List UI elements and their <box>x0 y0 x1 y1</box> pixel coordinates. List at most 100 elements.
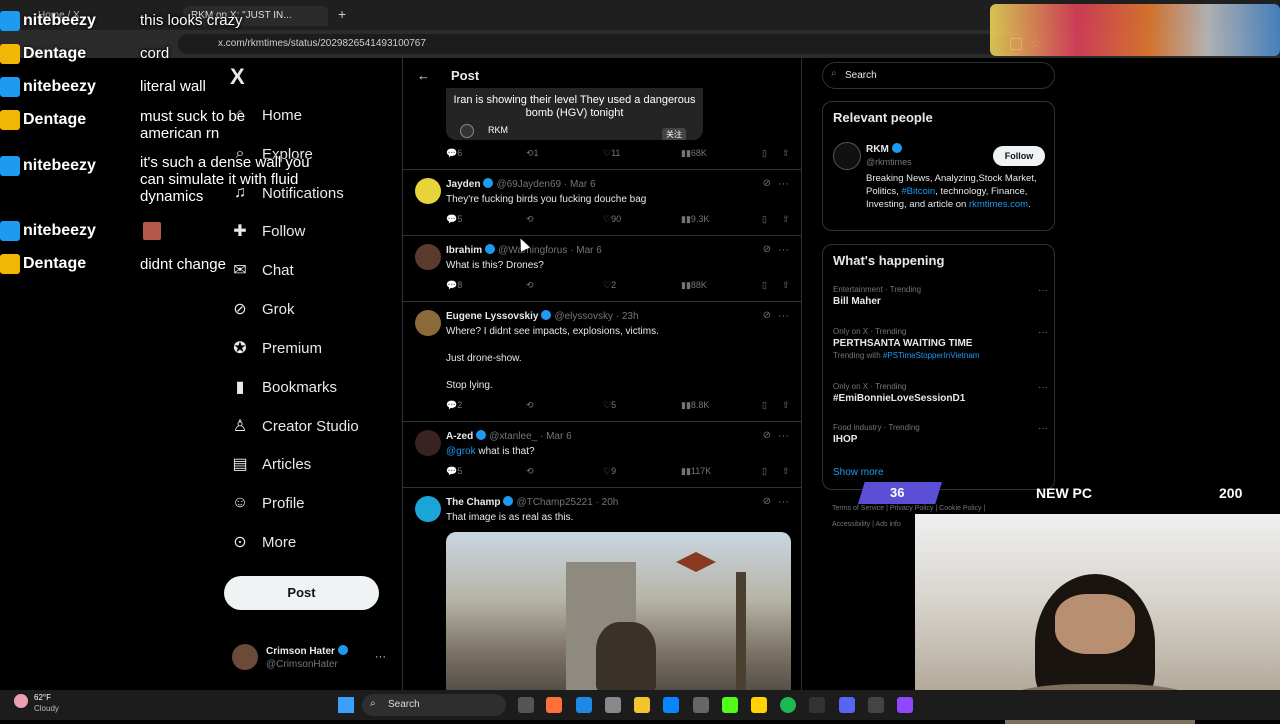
share-icon[interactable]: ⇧ <box>782 214 790 225</box>
reply-item[interactable]: Jayden @69Jayden69 · Mar 6 ⊘ ··· They're … <box>403 170 801 236</box>
reply-button[interactable]: 💬 5 <box>446 214 462 225</box>
grok-icon[interactable]: ⊘ <box>763 430 771 441</box>
more-icon[interactable]: ··· <box>778 244 789 256</box>
task-view-icon[interactable] <box>518 697 534 713</box>
taskbar-search[interactable]: ⌕ Search <box>362 694 506 716</box>
account-more-button[interactable]: ··· <box>375 651 386 663</box>
share-icon[interactable]: ⇧ <box>782 280 790 291</box>
file-explorer-icon[interactable] <box>634 697 650 713</box>
repost-button[interactable]: ⟲ <box>526 400 534 411</box>
bookmark-icon[interactable]: ▯ <box>762 148 767 159</box>
reply-button[interactable]: 💬 8 <box>446 280 462 291</box>
app-icon[interactable] <box>868 697 884 713</box>
nav-more[interactable]: ⊙ More <box>230 527 296 557</box>
avatar[interactable] <box>415 496 441 522</box>
repost-button[interactable]: ⟲ <box>526 466 534 477</box>
account-avatar[interactable] <box>232 644 258 670</box>
reply-author[interactable]: Ibrahim <box>446 245 482 256</box>
windows-start-icon[interactable] <box>338 697 354 713</box>
search-input[interactable]: ⌕ Search <box>822 62 1055 89</box>
show-more-link[interactable]: Show more <box>833 467 884 478</box>
repost-button[interactable]: ⟲ <box>526 280 534 291</box>
hashtag-link[interactable]: #Bitcoin <box>901 186 935 197</box>
x-logo[interactable]: X <box>230 64 245 90</box>
website-link[interactable]: rkmtimes.com <box>969 199 1028 210</box>
repost-button[interactable]: ⟲ <box>526 214 534 225</box>
like-button[interactable]: ♡ 11 <box>603 148 620 159</box>
more-icon[interactable]: ··· <box>1038 327 1048 338</box>
app-icon[interactable] <box>576 697 592 713</box>
avatar[interactable] <box>415 244 441 270</box>
nav-bookmarks[interactable]: ▮ Bookmarks <box>230 372 337 402</box>
views-button[interactable]: ▮▮ 9.3K <box>681 214 709 225</box>
follow-button[interactable]: Follow <box>993 146 1045 166</box>
grok-icon[interactable]: ⊘ <box>763 244 771 255</box>
bookmark-icon[interactable]: ▯ <box>762 214 767 225</box>
more-icon[interactable]: ··· <box>778 496 789 508</box>
more-icon[interactable]: ··· <box>778 310 789 322</box>
like-button[interactable]: ♡ 9 <box>603 466 616 477</box>
nav-creator-studio[interactable]: ♙ Creator Studio <box>230 411 359 441</box>
url-field[interactable]: x.com/rkmtimes/status/202982654149310076… <box>178 34 1018 54</box>
bookmark-icon[interactable]: ▯ <box>762 400 767 411</box>
new-tab-button[interactable]: + <box>338 6 346 22</box>
views-button[interactable]: ▮▮ 68K <box>681 148 707 159</box>
reply-item[interactable]: Eugene Lyssovskiy @elyssovsky · 23h ⊘ ···… <box>403 302 801 422</box>
views-button[interactable]: ▮▮ 8.8K <box>681 400 709 411</box>
grok-icon[interactable]: ⊘ <box>763 178 771 189</box>
post-button[interactable]: Post <box>224 576 379 610</box>
avatar[interactable] <box>833 142 861 170</box>
nav-profile[interactable]: ☺ Profile <box>230 488 305 518</box>
reply-button[interactable]: 💬 6 <box>446 148 462 159</box>
reply-button[interactable]: 💬 5 <box>446 466 462 477</box>
nav-grok[interactable]: ⊘ Grok <box>230 294 294 324</box>
more-icon[interactable]: ··· <box>778 430 789 442</box>
share-icon[interactable]: ⇧ <box>782 466 790 477</box>
quoted-media[interactable]: Iran is showing their level They used a … <box>446 88 703 140</box>
views-button[interactable]: ▮▮ 117K <box>681 466 711 477</box>
more-icon[interactable]: ··· <box>1038 382 1048 393</box>
app-icon[interactable] <box>809 697 825 713</box>
mention-link[interactable]: @grok <box>446 446 476 457</box>
edge-icon[interactable] <box>663 697 679 713</box>
weather-temp[interactable]: 62°F <box>34 693 51 702</box>
avatar[interactable] <box>415 178 441 204</box>
more-icon[interactable]: ··· <box>1038 423 1048 434</box>
account-name[interactable]: Crimson Hater <box>266 645 351 657</box>
settings-icon[interactable] <box>605 697 621 713</box>
avatar[interactable] <box>415 310 441 336</box>
trend-item[interactable]: Food industry · Trending IHOP ··· <box>833 423 1048 445</box>
avatar[interactable] <box>415 430 441 456</box>
reply-author[interactable]: Eugene Lyssovskiy <box>446 311 538 322</box>
notes-icon[interactable] <box>751 697 767 713</box>
grok-icon[interactable]: ⊘ <box>763 496 771 507</box>
reply-button[interactable]: 💬 2 <box>446 400 462 411</box>
back-button[interactable]: ← <box>417 68 430 83</box>
share-icon[interactable]: ⇧ <box>782 148 790 159</box>
like-button[interactable]: ♡ 90 <box>603 214 621 225</box>
reply-item[interactable]: The Champ @TChamp25221 · 20h ⊘ ··· That i… <box>403 488 801 698</box>
bookmark-icon[interactable]: ▯ <box>762 466 767 477</box>
trend-item[interactable]: Only on X · Trending #EmiBonnieLoveSessio… <box>833 382 1048 404</box>
firefox-icon[interactable] <box>546 697 562 713</box>
footer-link[interactable]: Accessibility <box>832 521 870 528</box>
trend-item[interactable]: Entertainment · Trending Bill Maher ··· <box>833 285 1048 307</box>
person-name[interactable]: RKM <box>866 143 905 155</box>
reply-author[interactable]: A-zed <box>446 431 473 442</box>
footer-link[interactable]: Ads info <box>875 521 900 528</box>
more-icon[interactable]: ··· <box>778 178 789 190</box>
grok-icon[interactable]: ⊘ <box>763 310 771 321</box>
nav-premium[interactable]: ✪ Premium <box>230 333 322 363</box>
reply-item[interactable]: A-zed @xtanlee_ · Mar 6 ⊘ ··· @grok what … <box>403 422 801 488</box>
hashtag-link[interactable]: #PSTimeStopperInVietnam <box>883 351 980 360</box>
share-icon[interactable]: ⇧ <box>782 400 790 411</box>
repost-button[interactable]: ⟲ 1 <box>526 148 539 159</box>
discord-icon[interactable] <box>839 697 855 713</box>
reply-image[interactable] <box>446 532 791 698</box>
reply-author[interactable]: The Champ <box>446 497 500 508</box>
kick-icon[interactable] <box>722 697 738 713</box>
more-icon[interactable]: ··· <box>1038 285 1048 296</box>
footer-link[interactable]: Cookie Policy <box>939 505 981 512</box>
store-icon[interactable] <box>693 697 709 713</box>
like-button[interactable]: ♡ 2 <box>603 280 616 291</box>
